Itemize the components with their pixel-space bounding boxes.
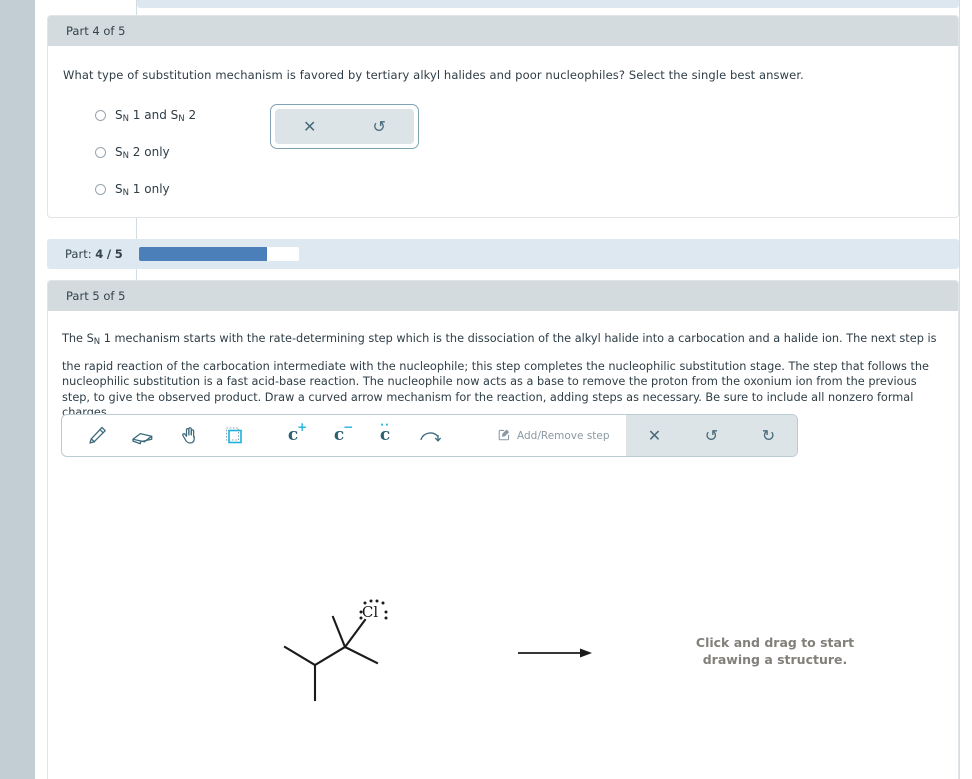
part-progress-label: Part: 4 / 5 [65,247,123,261]
select-icon[interactable] [212,415,258,456]
part-5-paragraph-2: the rapid reaction of the carbocation in… [62,359,929,420]
progress-current: 4 [95,247,104,261]
reaction-arrow-icon [518,648,592,658]
progress-prefix: Part: [65,247,92,261]
carbon-cation-glyph: c + [287,420,308,445]
curved-arrow-icon[interactable] [408,415,454,456]
lone-pair-dots: ‧‧ [380,418,390,432]
undo-button[interactable]: ↺ [683,427,740,444]
radio-icon-sn1-and-sn2[interactable] [95,110,106,121]
part-4-options-group: SN 1 and SN 2 SN 2 only SN 1 only [48,97,958,208]
edit-square-icon [498,428,511,444]
add-remove-step-label: Add/Remove step [517,429,610,442]
progress-track [138,247,299,261]
plus-superscript: + [297,420,308,434]
radio-icon-sn2-only[interactable] [95,147,106,158]
part-4-card: Part 4 of 5 What type of substitution me… [47,15,959,218]
carbon-radical-icon[interactable]: c ‧‧ [362,415,408,456]
option-sn2-only[interactable]: SN 2 only [95,134,958,171]
structure-drawing-canvas[interactable]: Cl Click and drag to start drawing a str… [48,460,958,778]
option-label-sn2-only: SN 2 only [115,144,170,161]
right-gutter [960,0,972,779]
radio-icon-sn1-only[interactable] [95,184,106,195]
part-4-question: What type of substitution mechanism is f… [63,68,804,82]
part-progress-strip: Part: 4 / 5 [47,239,959,269]
top-progress-strip [137,0,959,8]
paragraph-1-lead: The S [62,332,94,345]
part-5-paragraph-1: The SN 1 mechanism starts with the rate-… [62,331,940,349]
clear-canvas-button[interactable]: ✕ [626,427,683,444]
option-sn1-only[interactable]: SN 1 only [95,171,958,208]
paragraph-1-rest: 1 mechanism starts with the rate-determi… [103,332,937,345]
option-sn1-and-sn2[interactable]: SN 1 and SN 2 [95,97,958,134]
canvas-hint-line-1: Click and drag to start [695,635,855,650]
clear-answer-button[interactable]: ✕ [293,118,327,135]
part-4-action-pill: ✕ ↺ [270,104,419,149]
canvas-hint-text: Click and drag to start drawing a struct… [648,635,902,668]
progress-total: 5 [114,247,123,261]
add-remove-step-button[interactable]: Add/Remove step [498,428,610,444]
option-label-sn1-and-sn2: SN 1 and SN 2 [115,107,197,124]
hand-icon[interactable] [166,415,212,456]
part-5-body: The SN 1 mechanism starts with the rate-… [48,311,958,421]
chlorine-atom-label: Cl [362,603,378,621]
pencil-icon[interactable] [74,415,120,456]
minus-superscript: − [343,420,354,434]
eraser-icon[interactable] [120,415,166,456]
redo-button[interactable]: ↻ [740,427,797,444]
toolbar-history-group: ✕ ↺ ↻ [626,415,797,456]
part-4-action-pill-inner: ✕ ↺ [275,109,414,144]
paragraph-1-subscript: N [93,337,101,347]
reset-answer-button[interactable]: ↺ [362,118,396,135]
carbon-anion-glyph: c − [333,420,354,445]
carbon-anion-icon[interactable]: c − [316,415,362,456]
progress-fill [138,247,267,261]
part-4-header: Part 4 of 5 [48,16,958,46]
carbon-radical-glyph: c ‧‧ [379,418,391,445]
progress-separator: / [106,247,112,261]
part-5-header: Part 5 of 5 [48,281,958,311]
drawing-toolbar: c + c − c ‧‧ Add/Remove step ✕ ↺ ↻ [61,414,798,457]
carbon-cation-icon[interactable]: c + [270,415,316,456]
molecule-structure: Cl [283,599,388,702]
left-rail [0,0,35,779]
canvas-hint-line-2: drawing a structure. [702,651,848,667]
option-label-sn1-only: SN 1 only [115,181,170,198]
